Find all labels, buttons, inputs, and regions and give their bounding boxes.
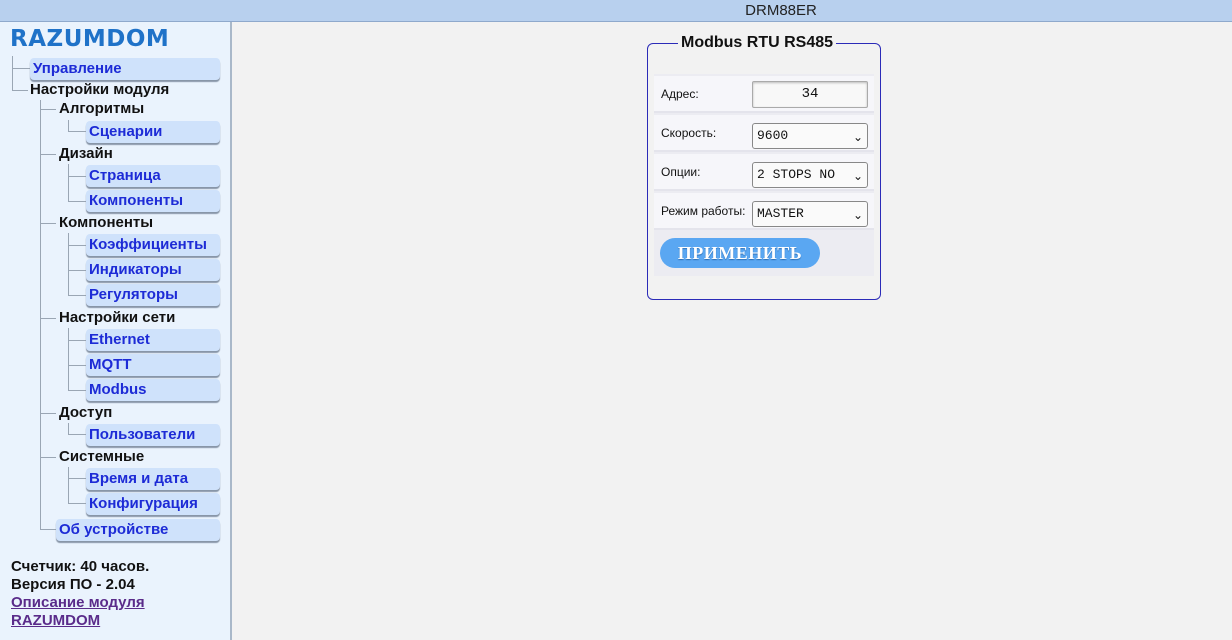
- address-input[interactable]: 34: [752, 81, 868, 108]
- mode-label: Режим работы:: [661, 204, 746, 218]
- tree-line: [68, 233, 69, 296]
- speed-selected-value: 9600: [757, 128, 789, 143]
- tree-line: [40, 154, 56, 155]
- tree-line: [40, 413, 56, 414]
- options-label: Опции:: [661, 165, 701, 179]
- nav-design-components[interactable]: Компоненты: [86, 190, 220, 212]
- tree-line: [68, 340, 86, 341]
- window-title-bar: DRM88ER: [0, 0, 1232, 22]
- chevron-down-icon: ⌄: [852, 169, 863, 183]
- module-description-link-line2: RAZUMDOM: [11, 612, 101, 629]
- chevron-down-icon: ⌄: [852, 208, 863, 222]
- mode-selected-value: MASTER: [757, 206, 804, 221]
- mode-row: Режим работы: MASTER ⌄: [654, 193, 874, 230]
- tree-line: [68, 478, 86, 479]
- nav-scenarios[interactable]: Сценарии: [86, 121, 220, 143]
- uptime-counter: Счетчик: 40 часов.: [11, 558, 150, 575]
- address-label: Адрес:: [661, 87, 699, 101]
- sidebar-footer: Счетчик: 40 часов. Версия ПО - 2.04 Опис…: [11, 558, 149, 630]
- logo: RAZUMDOM: [10, 26, 170, 52]
- tree-line: [68, 164, 69, 201]
- tree-line: [68, 390, 86, 391]
- tree-line: [40, 457, 56, 458]
- nav-system: Системные: [59, 448, 145, 465]
- modbus-settings-panel: Modbus RTU RS485 Адрес: 34 Скорость: 960…: [647, 34, 881, 300]
- nav-access: Доступ: [59, 404, 113, 421]
- firmware-version: Версия ПО - 2.04: [11, 576, 135, 593]
- tree-line: [68, 467, 69, 504]
- chevron-down-icon: ⌄: [852, 130, 863, 144]
- nav-page[interactable]: Страница: [86, 165, 220, 187]
- tree-line: [68, 295, 86, 296]
- nav-configuration[interactable]: Конфигурация: [86, 493, 220, 515]
- mode-select[interactable]: MASTER ⌄: [752, 201, 868, 227]
- tree-line: [68, 245, 86, 246]
- tree-line: [40, 529, 56, 530]
- panel-title: Modbus RTU RS485: [678, 34, 837, 52]
- nav-network: Настройки сети: [59, 309, 176, 326]
- options-row: Опции: 2 STOPS NO ⌄: [654, 154, 874, 191]
- tree-line: [68, 131, 86, 132]
- apply-button[interactable]: ПРИМЕНИТЬ: [660, 238, 820, 268]
- module-description-link-line1: Описание модуля: [11, 594, 145, 611]
- nav-algorithms: Алгоритмы: [59, 100, 145, 117]
- tree-line: [40, 318, 56, 319]
- tree-line: [68, 270, 86, 271]
- nav-mqtt[interactable]: MQTT: [86, 354, 220, 376]
- nav-module-settings: Настройки модуля: [30, 81, 170, 98]
- tree-line: [12, 56, 13, 91]
- nav-regulators[interactable]: Регуляторы: [86, 284, 220, 306]
- window-title: DRM88ER: [745, 2, 817, 19]
- settings-form: Адрес: 34 Скорость: 9600 ⌄ Опции: 2 STOP…: [654, 74, 874, 276]
- speed-label: Скорость:: [661, 126, 717, 140]
- nav-users[interactable]: Пользователи: [86, 424, 220, 446]
- speed-row: Скорость: 9600 ⌄: [654, 115, 874, 152]
- nav-design: Дизайн: [59, 145, 113, 162]
- options-selected-value: 2 STOPS NO: [757, 167, 836, 182]
- nav-coefficients[interactable]: Коэффициенты: [86, 234, 220, 256]
- tree-line: [40, 100, 41, 530]
- tree-line: [68, 434, 86, 435]
- tree-line: [68, 201, 86, 202]
- tree-line: [40, 109, 56, 110]
- nav-modbus[interactable]: Modbus: [86, 379, 220, 401]
- sidebar: RAZUMDOM Управление Настройки модуля Алг…: [0, 22, 232, 640]
- nav-ethernet[interactable]: Ethernet: [86, 329, 220, 351]
- tree-line: [12, 68, 30, 69]
- tree-line: [68, 328, 69, 391]
- nav-indicators[interactable]: Индикаторы: [86, 259, 220, 281]
- address-row: Адрес: 34: [654, 76, 874, 113]
- options-select[interactable]: 2 STOPS NO ⌄: [752, 162, 868, 188]
- tree-line: [68, 503, 86, 504]
- module-description-link[interactable]: Описание модуля RAZUMDOM: [11, 594, 149, 630]
- nav-datetime[interactable]: Время и дата: [86, 468, 220, 490]
- nav-components: Компоненты: [59, 214, 154, 231]
- tree-line: [40, 223, 56, 224]
- tree-line: [12, 90, 28, 91]
- speed-select[interactable]: 9600 ⌄: [752, 123, 868, 149]
- nav-about[interactable]: Об устройстве: [56, 519, 220, 541]
- tree-line: [68, 176, 86, 177]
- tree-line: [68, 365, 86, 366]
- nav-control[interactable]: Управление: [30, 58, 220, 80]
